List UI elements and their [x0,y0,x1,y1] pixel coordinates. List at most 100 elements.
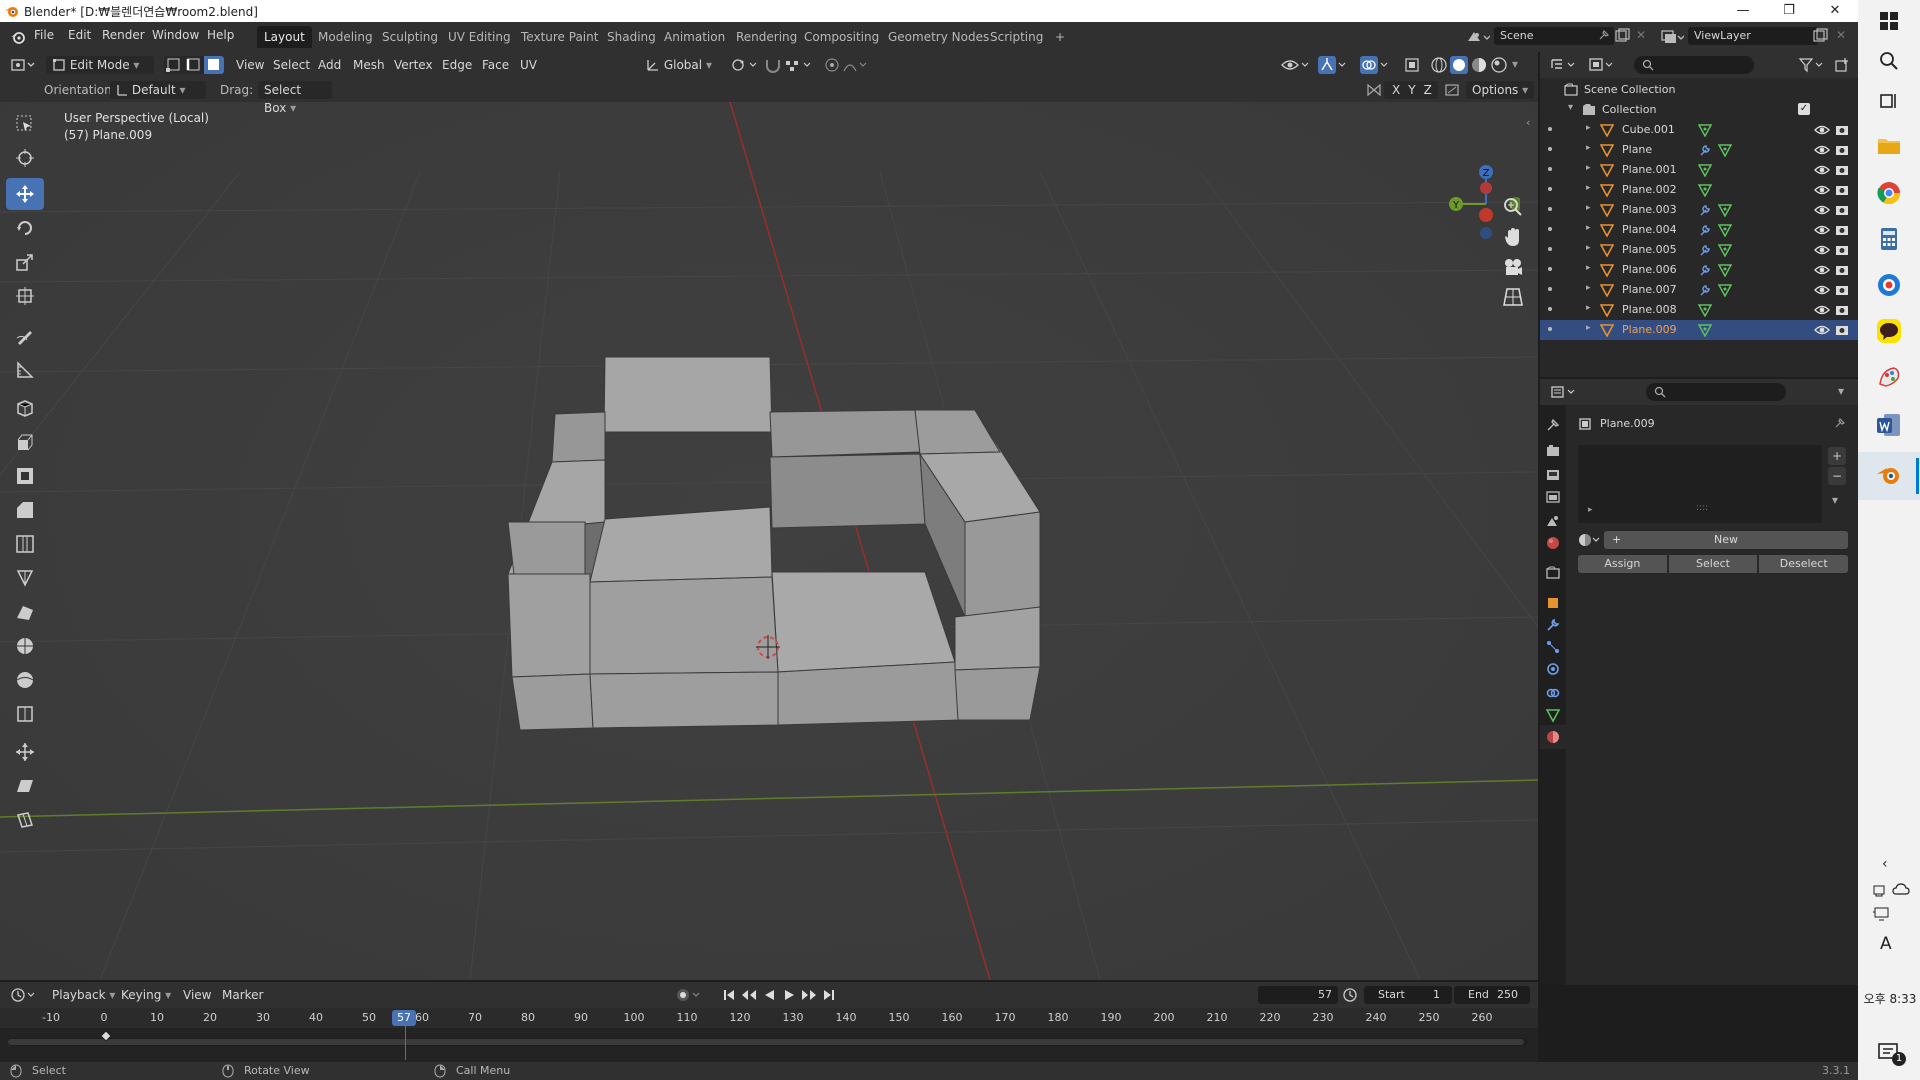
tray-cloud-icon[interactable] [1892,882,1910,898]
ime-indicator[interactable]: A [1880,934,1892,954]
kakaotalk-icon[interactable] [1874,316,1904,346]
tool-measure[interactable] [6,354,44,386]
edit-mode-dot-icon[interactable] [1548,147,1552,151]
collection-checkbox[interactable]: ✓ [1798,103,1810,115]
tool-poly-build[interactable] [6,596,44,628]
collection-tab-icon[interactable] [1545,565,1561,581]
timeline-scrollbar[interactable] [8,1038,1528,1046]
expand-chevron-icon[interactable]: ▸ [1586,323,1591,333]
menu-window[interactable]: Window [152,28,199,42]
menu-help[interactable]: Help [207,28,234,42]
render-camera-icon[interactable] [1834,123,1850,137]
tab-rendering[interactable]: Rendering [729,26,804,48]
tab-compositing[interactable]: Compositing [797,26,886,48]
tool-rip[interactable] [6,804,44,836]
menu-file[interactable]: File [34,28,54,42]
modifier-wrench-icon[interactable] [1698,263,1712,277]
xray-toggle-icon[interactable] [1404,57,1420,73]
delete-scene-icon[interactable]: ✕ [1636,28,1646,42]
edit-mode-dot-icon[interactable] [1548,247,1552,251]
expand-chevron-icon[interactable]: ▸ [1586,303,1591,313]
tool-shrink-fatten[interactable] [6,736,44,768]
menu-edge[interactable]: Edge [442,56,472,74]
windows-start-icon[interactable] [1874,6,1904,36]
tool-smooth[interactable] [6,664,44,696]
word-icon[interactable] [1874,410,1904,440]
edit-mode-dot-icon[interactable] [1548,227,1552,231]
search-icon[interactable] [1874,46,1904,76]
outliner-row[interactable]: ▸ Plane.003 [1540,200,1860,220]
tool-shear[interactable] [6,770,44,802]
mesh-data-icon[interactable] [1718,243,1732,257]
view-layer-tab-icon[interactable] [1545,489,1561,505]
new-view-layer-icon[interactable] [1812,28,1828,44]
edit-mode-dot-icon[interactable] [1548,167,1552,171]
tab-texture-paint[interactable]: Texture Paint [514,26,605,48]
tool-knife[interactable] [6,562,44,594]
select-button[interactable]: Select [1668,555,1758,573]
tool-cursor[interactable] [6,142,44,174]
modifier-wrench-icon[interactable] [1698,203,1712,217]
maximize-button[interactable]: ❐ [1766,0,1812,22]
pivot-point-icon[interactable] [730,57,760,73]
edit-mode-dot-icon[interactable] [1548,207,1552,211]
material-slot-list[interactable]: ▸ :::: [1578,445,1822,523]
expand-chevron-icon[interactable]: ▸ [1586,223,1591,233]
render-camera-icon[interactable] [1834,163,1850,177]
tab-layout[interactable]: Layout [257,26,312,48]
material-tab[interactable] [1540,725,1566,749]
edge-select-icon[interactable] [184,56,204,74]
tool-transform[interactable] [6,280,44,312]
taskbar-clock[interactable]: 오후 8:33 [1862,990,1918,1007]
mesh-data-icon[interactable] [1698,163,1712,177]
mesh-data-icon[interactable] [1698,323,1712,337]
render-camera-icon[interactable] [1834,243,1850,257]
recorder-app-icon[interactable] [1874,270,1904,300]
pan-hand-icon[interactable] [1502,226,1524,248]
tab-uv-editing[interactable]: UV Editing [441,26,518,48]
shading-material-icon[interactable] [1470,56,1488,74]
menu-mesh[interactable]: Mesh [353,56,385,74]
menu-view[interactable]: View [236,56,264,74]
edit-mode-dot-icon[interactable] [1548,267,1552,271]
menu-uv[interactable]: UV [520,56,537,74]
render-camera-icon[interactable] [1834,283,1850,297]
gizmo-toggle-icon[interactable] [1318,56,1348,74]
jump-keyframe-back-icon[interactable] [740,987,758,1003]
mesh-data-icon[interactable] [1698,183,1712,197]
snap-target-icon[interactable] [784,57,814,73]
outliner-row[interactable]: ▸ Plane.006 [1540,260,1860,280]
visibility-icon[interactable] [1280,57,1310,73]
perspective-toggle-icon[interactable] [1502,286,1524,308]
properties-editor-type-icon[interactable] [1550,384,1578,400]
scene-tab-icon[interactable] [1545,513,1561,529]
menu-render[interactable]: Render [102,28,145,42]
tab-sculpting[interactable]: Sculpting [375,26,445,48]
edit-mode-dot-icon[interactable] [1548,127,1552,131]
data-tab-icon[interactable] [1545,707,1561,723]
eye-visibility-icon[interactable] [1814,283,1830,297]
jump-start-icon[interactable] [722,987,736,1003]
tool-inset[interactable] [6,460,44,492]
edit-mode-dot-icon[interactable] [1548,327,1552,331]
filter-icon[interactable] [1798,57,1826,73]
zoom-icon[interactable] [1502,196,1524,218]
tray-display-icon[interactable] [1872,906,1890,922]
scrollbar-thumb[interactable] [8,1039,1524,1045]
tab-modeling[interactable]: Modeling [311,26,380,48]
calculator-icon[interactable] [1874,224,1904,254]
expand-chevron-icon[interactable]: ▸ [1586,123,1591,133]
paint-app-icon[interactable] [1874,362,1904,392]
eye-visibility-icon[interactable] [1814,303,1830,317]
outliner-row[interactable]: ▸ Plane [1540,140,1860,160]
play-reverse-icon[interactable] [762,987,776,1003]
shading-options-chevron-icon[interactable]: ▾ [1512,57,1518,71]
delete-view-layer-icon[interactable]: ✕ [1836,28,1846,42]
new-scene-icon[interactable] [1614,28,1630,44]
tab-scripting[interactable]: Scripting [983,26,1050,48]
falloff-icon[interactable] [842,57,870,73]
vertex-select-icon[interactable] [164,56,184,74]
menu-face[interactable]: Face [482,56,509,74]
face-select-icon[interactable] [204,56,224,74]
scene-icon[interactable] [1466,29,1490,45]
